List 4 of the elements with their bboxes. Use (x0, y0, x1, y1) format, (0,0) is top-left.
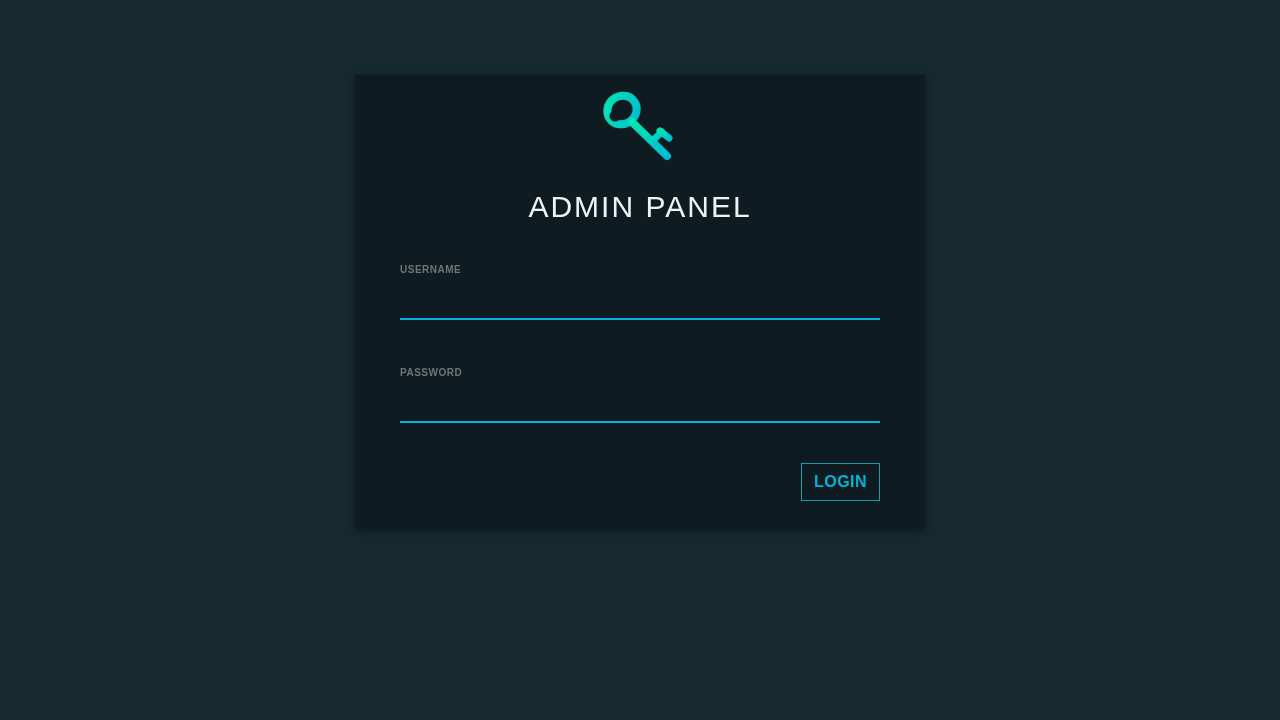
field-label: PASSWORD (400, 366, 464, 380)
panel-title: ADMIN PANEL (528, 192, 752, 222)
login-button[interactable]: LOGIN (801, 463, 880, 501)
field-label: USERNAME (400, 263, 463, 277)
